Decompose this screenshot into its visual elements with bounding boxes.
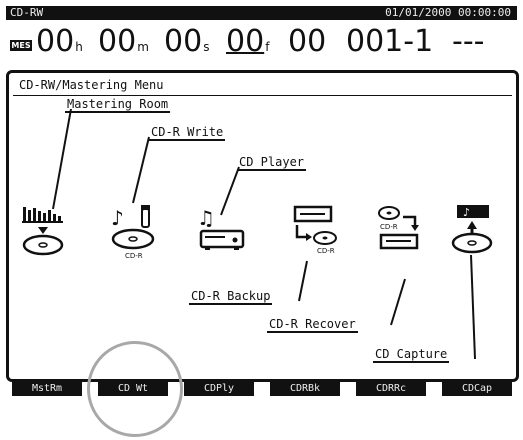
- softkey-cdcap[interactable]: CDCap: [442, 382, 512, 396]
- subframes-field: 00: [288, 24, 327, 59]
- cd-r-tag: CD-R: [380, 223, 398, 231]
- frames-field: 00f: [226, 24, 270, 59]
- date-time: 01/01/2000 00:00:00: [385, 6, 511, 19]
- scene-field: 001-1: [346, 24, 434, 59]
- status-bar: CD-RW 01/01/2000 00:00:00: [6, 6, 517, 20]
- softkey-mstrm[interactable]: MstRm: [12, 382, 82, 396]
- softkey-cdply[interactable]: CDPly: [184, 382, 254, 396]
- cd-r-backup-icon[interactable]: CD-R: [291, 205, 343, 263]
- svg-text:♫: ♫: [197, 206, 215, 230]
- softkey-cdrrc[interactable]: CDRRc: [356, 382, 426, 396]
- cd-capture-icon[interactable]: ♪: [449, 203, 501, 263]
- softkey-cdrbk[interactable]: CDRBk: [270, 382, 340, 396]
- mastering-room-label[interactable]: Mastering Room: [65, 97, 171, 113]
- leader-lines: [52, 108, 476, 360]
- cd-r-recover-label[interactable]: CD-R Recover: [267, 317, 358, 333]
- seconds-field: 00s: [164, 24, 210, 59]
- cd-player-label[interactable]: CD Player: [237, 155, 307, 171]
- mode-label: CD-RW: [10, 6, 44, 19]
- cd-r-backup-label[interactable]: CD-R Backup: [189, 289, 273, 305]
- mastering-menu-panel: CD-RW/Mastering Menu Mastering Room CD-R…: [6, 70, 519, 382]
- marker-field: ---: [452, 24, 485, 59]
- cd-r-tag: CD-R: [317, 247, 335, 255]
- format-badge: MES: [10, 40, 32, 51]
- time-display: MES 00h 00m 00s 00f 00 001-1 ---: [6, 22, 517, 64]
- cd-player-icon[interactable]: ♫: [197, 203, 249, 259]
- hours-field: 00h: [36, 24, 83, 59]
- minutes-field: 00m: [98, 24, 149, 59]
- function-key-bar: MstRm CD Wt CDPly CDRBk CDRRc CDCap: [6, 382, 517, 402]
- softkey-cd-wt[interactable]: CD Wt: [98, 382, 168, 396]
- cd-r-write-label[interactable]: CD-R Write: [149, 125, 226, 141]
- cd-capture-label[interactable]: CD Capture: [373, 347, 450, 363]
- svg-text:♪: ♪: [463, 206, 470, 219]
- cd-r-recover-icon[interactable]: CD-R: [373, 205, 429, 263]
- cd-r-tag: CD-R: [125, 252, 143, 260]
- svg-text:♪: ♪: [111, 206, 124, 230]
- cd-r-write-icon[interactable]: ♪ CD-R: [109, 203, 165, 267]
- mastering-room-icon[interactable]: [21, 205, 69, 261]
